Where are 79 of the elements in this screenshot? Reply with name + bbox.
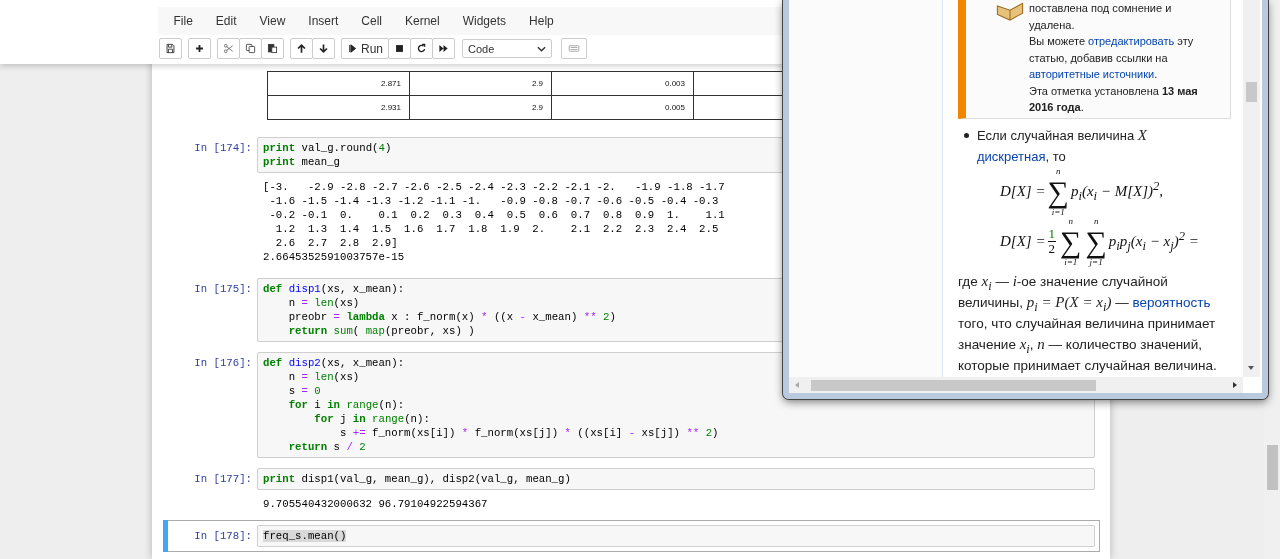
code-line: print val_g.round(4) — [263, 141, 392, 155]
article-link[interactable]: отредактировать — [1088, 35, 1175, 47]
menu-item[interactable]: View — [248, 14, 297, 28]
cell-prompt: In [174]: — [193, 141, 253, 156]
notice-text: Эта отметка установлена 13 мая 2016 года. — [1029, 83, 1199, 115]
step-icon — [347, 43, 358, 54]
output-line: 2.6 2.7 2.8 2.9] — [274, 236, 398, 250]
table-cell: 2.9 — [409, 95, 552, 120]
code-line: n = len(xs) — [287, 370, 360, 384]
code-line: return s / 2 — [287, 440, 366, 454]
fast-forward-icon — [438, 43, 449, 54]
code-line: return sum( map(preobr, xs) ) — [287, 324, 475, 338]
menu-item[interactable]: Help — [517, 14, 566, 28]
notice-text: Вы можете отредактировать эту статью, добавив ссылки на авторитетные источники. — [1029, 34, 1195, 82]
arrow-up-icon — [296, 43, 307, 54]
plus-icon — [194, 43, 205, 54]
table-cell: 2.871 — [267, 71, 410, 96]
stop-icon — [394, 43, 405, 54]
menu-item[interactable]: Insert — [296, 14, 350, 28]
article-link[interactable]: вероятность — [1132, 294, 1211, 310]
move-down-button[interactable] — [312, 38, 335, 59]
scrollbar-thumb[interactable] — [1267, 445, 1278, 490]
output-line: [-3. -2.9 -2.8 -2.7 -2.6 -2.5 -2.4 -2.3 -2.2 -2.1 -2. -1.9 -1.8 -1.7 — [263, 180, 725, 194]
keyboard-icon — [566, 43, 582, 54]
cell-prompt: In [175]: — [193, 282, 253, 297]
cell-prompt: In [177]: — [193, 472, 253, 487]
run-all-button[interactable] — [432, 38, 455, 59]
code-line: for j in range(n): — [313, 412, 430, 426]
horizontal-scrollbar[interactable] — [789, 377, 1243, 393]
cut-button[interactable] — [217, 38, 240, 59]
copy-icon — [245, 43, 256, 54]
stop-button[interactable] — [388, 38, 411, 59]
code-line: def disp2(xs, x_mean): — [263, 356, 405, 370]
bullet-icon — [964, 132, 969, 138]
restart-button[interactable] — [410, 38, 433, 59]
chevron-down-icon — [537, 45, 546, 52]
code-line: preobr = lambda x : f_norm(x) * ((x - x_mean) ** 2) — [287, 310, 616, 324]
code-line: n = len(xs) — [287, 296, 360, 310]
code-line: for i in range(n): — [287, 398, 405, 412]
menu-item[interactable]: Widgets — [451, 14, 518, 28]
code-line: def disp1(xs, x_mean): — [263, 282, 405, 296]
code-line: print mean_g — [263, 155, 340, 169]
book-icon — [996, 0, 1024, 22]
output-line: 9.705540432000632 96.79104922594367 — [263, 497, 488, 511]
menu-item[interactable]: Cell — [349, 14, 394, 28]
scrollbar-thumb[interactable] — [811, 379, 1096, 391]
menu-item[interactable]: Kernel — [393, 14, 452, 28]
run-button[interactable]: Run — [341, 38, 389, 59]
paste-button[interactable] — [261, 38, 284, 59]
copy-button[interactable] — [239, 38, 262, 59]
code-line: s = 0 — [287, 384, 321, 398]
save-icon — [165, 43, 176, 54]
scissors-icon — [223, 43, 234, 54]
notice-text: поставлена под сомнение и удалена. — [1029, 1, 1173, 33]
save-button[interactable] — [159, 38, 182, 59]
paste-icon — [267, 43, 278, 54]
output-line: 1.2 1.3 1.4 1.5 1.6 1.7 1.8 1.9 2. 2.1 2.2 2.3 2.4 2.5 — [274, 222, 719, 236]
output-line: 2.6645352591003757e-15 — [263, 250, 405, 264]
arrow-down-icon — [318, 43, 329, 54]
restart-icon — [416, 43, 427, 54]
scroll-right-arrow-icon[interactable] — [1231, 381, 1239, 389]
code-line: s += f_norm(xs[i]) * f_norm(xs[j]) * ((xs[i] - xs[j]) ** 2) — [338, 426, 719, 440]
scrollbar-thumb[interactable] — [1246, 82, 1257, 102]
scroll-down-arrow-icon[interactable] — [1247, 364, 1255, 372]
move-up-button[interactable] — [290, 38, 313, 59]
code-line: print disp1(val_g, mean_g), disp2(val_g, mean_g) — [263, 472, 571, 486]
output-line: -1.6 -1.5 -1.4 -1.3 -1.2 -1.1 -1. -0.9 -0.8 -0.7 -0.6 -0.5 -0.4 -0.3 — [268, 194, 719, 208]
vertical-scrollbar[interactable] — [1243, 0, 1260, 377]
table-cell: 2.9 — [409, 71, 552, 96]
table-cell: 0.003 — [551, 71, 694, 96]
menu-item[interactable]: Edit — [204, 14, 249, 28]
table-cell: 2.931 — [267, 95, 410, 120]
cell-prompt: In [176]: — [193, 356, 253, 371]
output-line: -0.2 -0.1 0. 0.1 0.2 0.3 0.4 0.5 0.6 0.7 0.8 0.9 1. 1.1 — [268, 208, 725, 222]
cell-type-select[interactable]: Code — [462, 39, 552, 58]
table-cell: 0.005 — [551, 95, 694, 120]
code-input[interactable]: print disp1(val_g, mean_g), disp2(val_g, mean_g) — [257, 468, 1095, 490]
menu-item[interactable]: File — [162, 14, 205, 28]
add-cell-button[interactable] — [188, 38, 211, 59]
